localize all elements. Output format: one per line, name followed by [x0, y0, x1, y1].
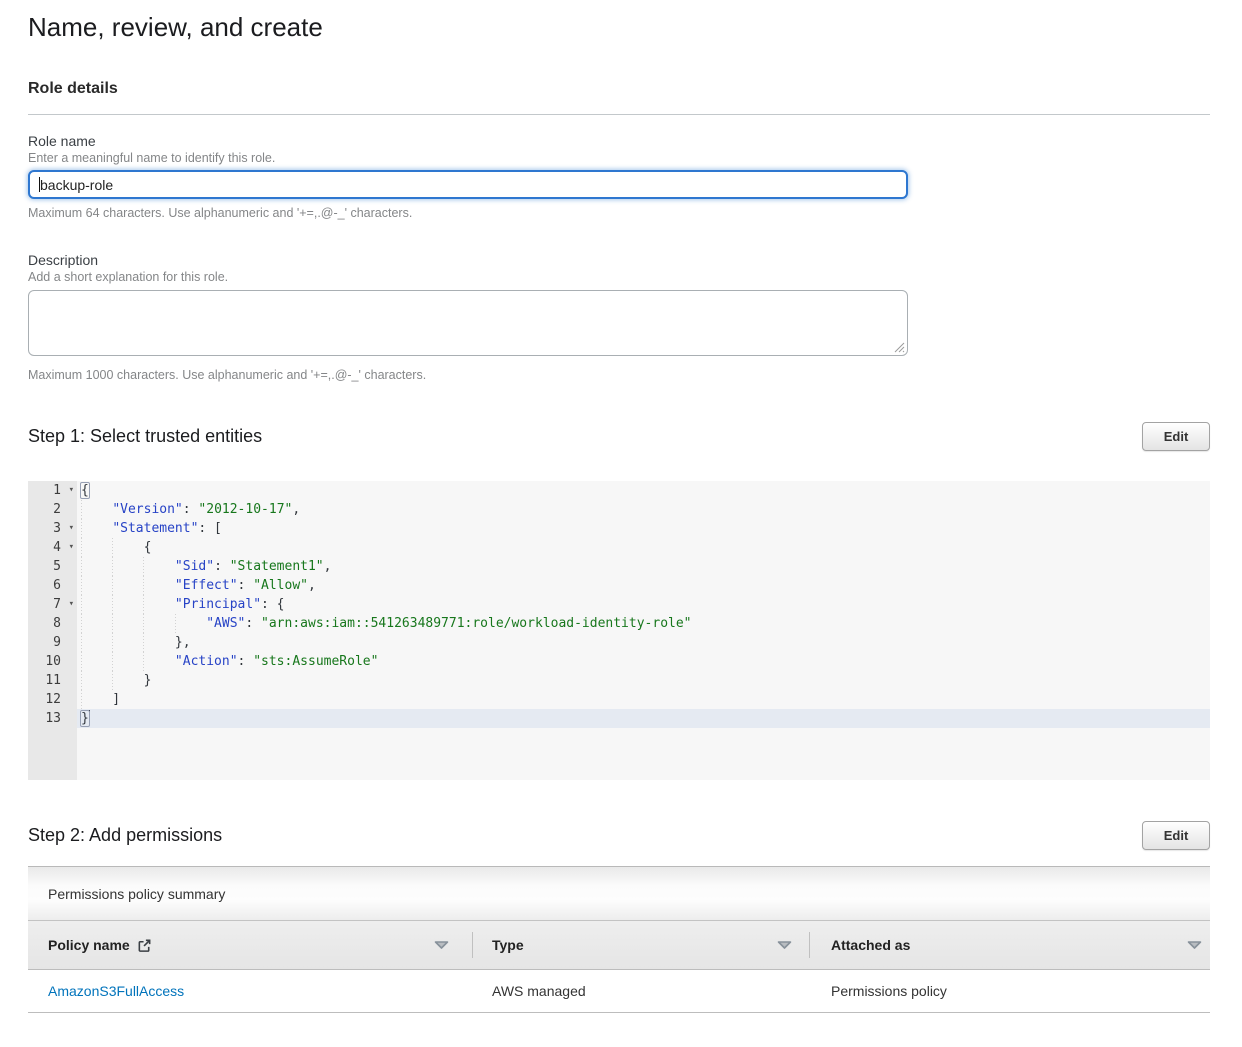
code-line: "Action": "sts:AssumeRole" — [77, 652, 1210, 671]
section-divider — [28, 114, 1210, 115]
line-number: 4▾ — [28, 538, 77, 557]
editor-gutter: 1▾23▾4▾567▾8910111213 — [28, 481, 77, 780]
code-line: }, — [77, 633, 1210, 652]
step1-title: Step 1: Select trusted entities — [28, 426, 262, 447]
policy-type-cell: AWS managed — [473, 983, 810, 999]
code-fold-arrow-icon[interactable]: ▾ — [69, 595, 74, 614]
line-number: 12 — [28, 690, 77, 709]
line-number: 8 — [28, 614, 77, 633]
code-line: ] — [77, 690, 1210, 709]
description-textarea-wrap — [28, 290, 908, 356]
description-hint: Maximum 1000 characters. Use alphanumeri… — [28, 368, 1210, 382]
editor-code-area[interactable]: { "Version": "2012-10-17", "Statement": … — [77, 481, 1210, 780]
code-line: { — [77, 481, 1210, 500]
line-number: 6 — [28, 576, 77, 595]
line-number: 5 — [28, 557, 77, 576]
column-header-label: Type — [492, 937, 524, 953]
table-header-row: Policy name Type — [28, 920, 1210, 970]
page-title: Name, review, and create — [28, 10, 1210, 44]
line-number: 9 — [28, 633, 77, 652]
line-number: 1▾ — [28, 481, 77, 500]
resize-handle-icon[interactable] — [894, 342, 905, 353]
line-number: 3▾ — [28, 519, 77, 538]
step1-edit-button[interactable]: Edit — [1142, 422, 1210, 451]
column-header-attached-as: Attached as — [810, 921, 1210, 969]
code-line: "Statement": [ — [77, 519, 1210, 538]
role-name-input[interactable] — [28, 170, 908, 199]
code-line: "Effect": "Allow", — [77, 576, 1210, 595]
code-line: "AWS": "arn:aws:iam::541263489771:role/w… — [77, 614, 1210, 633]
attached-as-cell: Permissions policy — [810, 983, 1210, 999]
role-name-label: Role name — [28, 133, 1210, 149]
line-number: 2 — [28, 500, 77, 519]
role-name-help: Enter a meaningful name to identify this… — [28, 151, 1210, 165]
step1-header: Step 1: Select trusted entities Edit — [28, 422, 1210, 451]
trust-policy-code-editor[interactable]: 1▾23▾4▾567▾8910111213 { "Version": "2012… — [28, 481, 1210, 780]
filter-dropdown-icon[interactable] — [777, 941, 792, 950]
line-number: 7▾ — [28, 595, 77, 614]
code-line: } — [77, 671, 1210, 690]
table-row: AmazonS3FullAccess AWS managed Permissio… — [28, 970, 1210, 1013]
code-fold-arrow-icon[interactable]: ▾ — [69, 538, 74, 557]
column-header-label: Policy name — [48, 937, 130, 953]
code-fold-arrow-icon[interactable]: ▾ — [69, 481, 74, 500]
external-link-icon — [137, 938, 152, 953]
code-line: { — [77, 538, 1210, 557]
column-header-type: Type — [473, 921, 810, 969]
step2-title: Step 2: Add permissions — [28, 825, 222, 846]
filter-dropdown-icon[interactable] — [1187, 941, 1202, 950]
permissions-summary-panel: Permissions policy summary Policy name — [28, 866, 1210, 1013]
code-line: "Version": "2012-10-17", — [77, 500, 1210, 519]
code-line: "Sid": "Statement1", — [77, 557, 1210, 576]
permissions-panel-title: Permissions policy summary — [28, 866, 1210, 920]
step2-header: Step 2: Add permissions Edit — [28, 821, 1210, 850]
filter-dropdown-icon[interactable] — [434, 941, 449, 950]
line-number: 13 — [28, 709, 77, 728]
code-fold-arrow-icon[interactable]: ▾ — [69, 519, 74, 538]
role-details-heading: Role details — [28, 80, 1210, 98]
column-header-label: Attached as — [831, 937, 910, 953]
description-label: Description — [28, 252, 1210, 268]
policy-name-cell: AmazonS3FullAccess — [28, 983, 473, 999]
code-line: } — [77, 709, 1210, 728]
description-textarea[interactable] — [28, 290, 908, 356]
policy-name-link[interactable]: AmazonS3FullAccess — [48, 983, 184, 999]
role-name-input-wrap — [28, 170, 908, 199]
text-caret — [39, 177, 40, 192]
code-line: "Principal": { — [77, 595, 1210, 614]
column-header-policy-name: Policy name — [28, 921, 473, 969]
line-number: 11 — [28, 671, 77, 690]
create-role-review-page: Name, review, and create Role details Ro… — [0, 10, 1242, 1013]
role-name-hint: Maximum 64 characters. Use alphanumeric … — [28, 206, 1210, 220]
line-number: 10 — [28, 652, 77, 671]
step2-edit-button[interactable]: Edit — [1142, 821, 1210, 850]
description-help: Add a short explanation for this role. — [28, 270, 1210, 284]
editor-caret — [89, 710, 91, 724]
